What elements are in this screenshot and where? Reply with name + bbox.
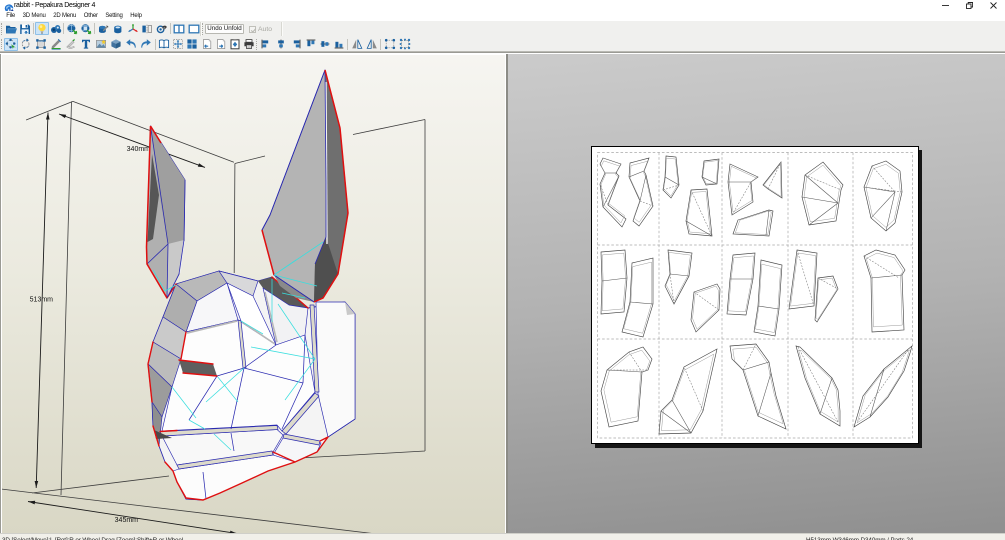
view-rotate-icon[interactable] bbox=[155, 22, 169, 35]
join-edge-icon[interactable] bbox=[383, 38, 397, 51]
texture-edit-icon[interactable] bbox=[96, 22, 110, 35]
toolbar-separator bbox=[63, 23, 64, 34]
pattern-piece[interactable] bbox=[701, 158, 720, 186]
select-move-icon[interactable] bbox=[4, 37, 18, 51]
book-icon[interactable] bbox=[157, 38, 171, 51]
redo-icon[interactable] bbox=[139, 38, 153, 51]
toolbar-separator bbox=[347, 38, 348, 50]
menu-2d-menu[interactable]: 2D Menu bbox=[49, 11, 80, 21]
menu-bar: File 3D Menu 2D Menu Other Setting Help bbox=[0, 11, 1005, 21]
menu-file[interactable]: File bbox=[2, 11, 18, 21]
align-left-icon[interactable] bbox=[259, 38, 273, 51]
flip-v-icon[interactable] bbox=[365, 38, 379, 51]
undo-icon[interactable] bbox=[124, 38, 138, 51]
minimize-button[interactable] bbox=[933, 0, 957, 11]
status-bar: 3D [Select/Move]:L [Rot]:R or Wheel Drag… bbox=[0, 533, 1005, 540]
restore-button[interactable] bbox=[957, 0, 981, 11]
toolbar-separator bbox=[170, 23, 171, 34]
menu-help[interactable]: Help bbox=[126, 11, 145, 21]
pane-2d-view[interactable] bbox=[508, 54, 1005, 534]
menu-3d-menu[interactable]: 3D Menu bbox=[19, 11, 50, 21]
open-folder-icon[interactable] bbox=[4, 22, 18, 35]
page-next-icon[interactable] bbox=[214, 38, 228, 51]
text-tool-icon[interactable] bbox=[79, 38, 93, 51]
arrange-parts-icon[interactable] bbox=[171, 38, 185, 51]
svg-text:340mm: 340mm bbox=[127, 146, 151, 153]
flip-h-icon[interactable] bbox=[350, 38, 364, 51]
blocks-icon[interactable] bbox=[185, 38, 199, 51]
box-tool-icon[interactable] bbox=[109, 38, 123, 51]
printer-icon[interactable] bbox=[242, 38, 256, 51]
app-logo-icon bbox=[4, 1, 14, 14]
pen-tool-icon[interactable] bbox=[49, 38, 63, 51]
axes-icon[interactable] bbox=[126, 22, 140, 35]
page-prev-icon[interactable] bbox=[200, 38, 214, 51]
toolbar-main: Undo Unfold Auto bbox=[0, 21, 1005, 37]
toolbar-separator bbox=[94, 23, 95, 34]
status-hint: 3D [Select/Move]:L [Rot]:R or Wheel Drag… bbox=[2, 536, 184, 540]
print-preview-icon[interactable] bbox=[228, 38, 242, 51]
toolbar-separator bbox=[256, 38, 257, 50]
toolbar-separator bbox=[380, 38, 381, 50]
window-title: rabbit - Pepakura Designer 4 bbox=[14, 2, 96, 9]
toolbar-separator bbox=[155, 38, 156, 50]
one-pane-icon[interactable] bbox=[187, 22, 201, 35]
rotate-tool-icon[interactable] bbox=[19, 38, 33, 51]
scale-tool-icon[interactable] bbox=[34, 38, 48, 51]
render-settings-icon[interactable] bbox=[49, 22, 63, 35]
knife-tool-icon[interactable] bbox=[64, 38, 78, 51]
toolbar-separator bbox=[33, 23, 34, 34]
menu-setting[interactable]: Setting bbox=[102, 11, 127, 21]
undo-unfold-button[interactable]: Undo Unfold bbox=[205, 24, 244, 34]
title-bar: rabbit - Pepakura Designer 4 bbox=[0, 0, 1005, 14]
align-top-icon[interactable] bbox=[304, 38, 318, 51]
align-center-h-icon[interactable] bbox=[274, 38, 288, 51]
toolbar-2d bbox=[0, 36, 1005, 52]
mirror-model-icon[interactable] bbox=[140, 22, 154, 35]
import-3d-a-icon[interactable] bbox=[65, 22, 79, 35]
close-button[interactable] bbox=[981, 0, 1005, 11]
auto-checkbox[interactable] bbox=[249, 25, 257, 33]
work-area: 513mm 340mm 345mm bbox=[0, 52, 1005, 534]
toolbar-band-edge bbox=[281, 22, 282, 36]
save-icon[interactable] bbox=[18, 22, 32, 35]
menu-other[interactable]: Other bbox=[80, 11, 102, 21]
auto-checkbox-label: Auto bbox=[258, 25, 272, 33]
import-3d-b-icon[interactable] bbox=[79, 22, 93, 35]
texture-view-icon[interactable] bbox=[111, 22, 125, 35]
align-bottom-icon[interactable] bbox=[332, 38, 346, 51]
light-bulb-icon[interactable] bbox=[35, 22, 49, 35]
svg-text:513mm: 513mm bbox=[30, 297, 54, 304]
pepakura-window: rabbit - Pepakura Designer 4 File 3D Menu… bbox=[0, 0, 1005, 540]
image-tool-icon[interactable] bbox=[94, 38, 108, 51]
svg-text:345mm: 345mm bbox=[115, 517, 139, 524]
two-pane-icon[interactable] bbox=[172, 22, 186, 35]
align-right-icon[interactable] bbox=[289, 38, 303, 51]
align-middle-icon[interactable] bbox=[318, 38, 332, 51]
pattern-piece[interactable] bbox=[600, 249, 628, 315]
status-model-info: H513mm W346mm D340mm / Parts 24 bbox=[806, 536, 914, 540]
divide-edge-icon[interactable] bbox=[398, 38, 412, 51]
pane-3d-view[interactable]: 513mm 340mm 345mm bbox=[0, 54, 506, 534]
